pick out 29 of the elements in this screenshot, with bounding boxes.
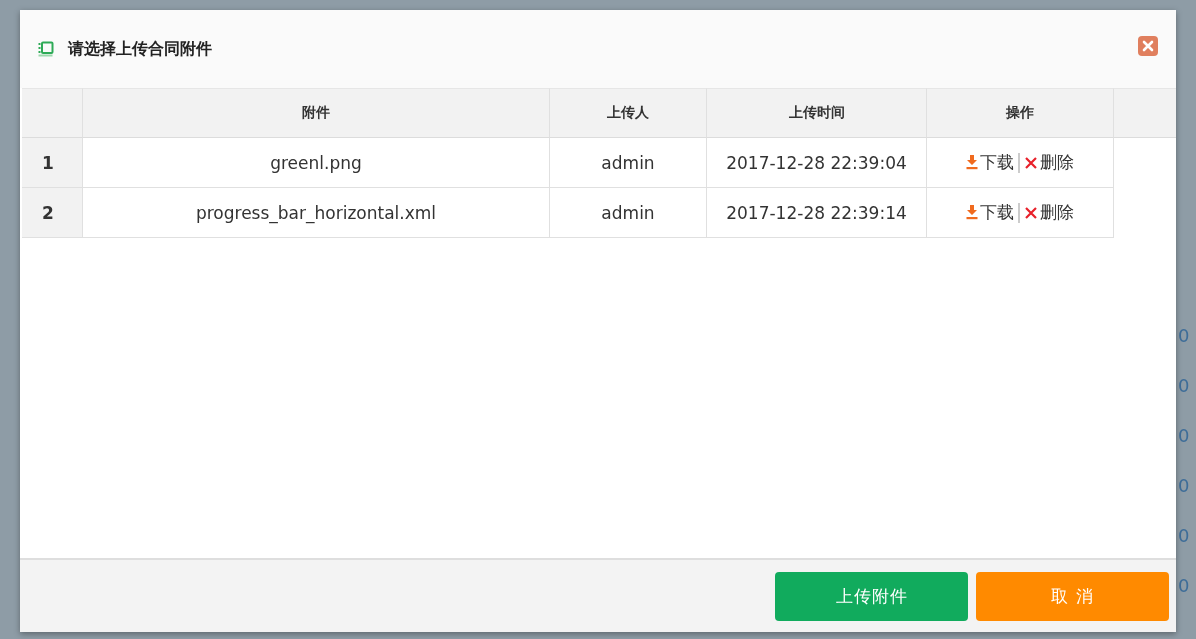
table-cell: admin	[550, 188, 707, 238]
background-cell-text: 0	[1178, 375, 1190, 397]
column-header: 上传时间	[707, 88, 927, 138]
action-link[interactable]: 删除	[1024, 151, 1074, 174]
background-cell-text: 0	[1178, 325, 1190, 347]
dialog-title: 请选择上传合同附件	[68, 38, 213, 60]
table-cell: 2017-12-28 22:39:14	[707, 188, 927, 238]
column-header: 附件	[83, 88, 550, 138]
action-link[interactable]: 删除	[1024, 201, 1074, 224]
window-icon	[38, 41, 54, 57]
background-cell-text: 0	[1178, 475, 1190, 497]
row-number: 2	[22, 188, 83, 238]
download-icon	[966, 155, 978, 170]
row-number: 1	[22, 138, 83, 188]
table-cell: progress_bar_horizontal.xml	[83, 188, 550, 238]
background-cell-text: 0	[1178, 525, 1190, 547]
close-icon	[1024, 155, 1038, 170]
table-cell: admin	[550, 138, 707, 188]
background-cell-text: 0	[1178, 575, 1190, 597]
action-link[interactable]: 下载	[966, 151, 1014, 174]
column-header: 操作	[927, 88, 1114, 138]
download-icon	[966, 205, 978, 220]
table-cell: 2017-12-28 22:39:04	[707, 138, 927, 188]
table-cell: greenl.png	[83, 138, 550, 188]
close-button[interactable]	[1138, 36, 1158, 56]
action-link[interactable]: 下载	[966, 201, 1014, 224]
background-cell-text: 0	[1178, 425, 1190, 447]
close-icon	[1024, 205, 1038, 220]
column-header: 上传人	[550, 88, 707, 138]
